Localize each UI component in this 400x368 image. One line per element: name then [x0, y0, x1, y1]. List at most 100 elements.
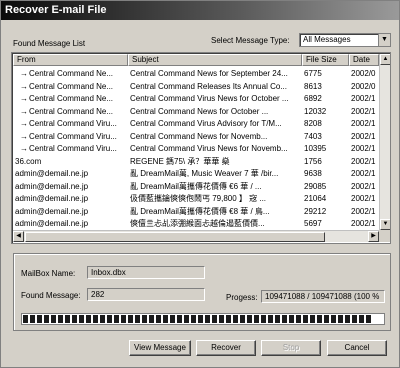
cell-subject: Central Command News for Novemb... — [130, 130, 302, 143]
message-type-label: Select Message Type: — [211, 36, 290, 45]
cell-from-text: Central Command Viru... — [29, 144, 117, 153]
cell-date-text: 2002/1 — [351, 181, 376, 191]
cell-date: 2002/0 — [351, 80, 379, 93]
cell-from: admin@demail.ne.jp — [15, 180, 128, 193]
cell-size: 12032 — [304, 105, 349, 118]
mailbox-label: MailBox Name: — [21, 269, 76, 278]
found-message-label: Found Message: — [21, 291, 81, 300]
cell-from: admin@demail.ne.jp — [15, 205, 128, 218]
cell-subject: 亂 DreamMail萬攜傳花價傳 €8 華 / 鳥... — [130, 205, 302, 218]
scroll-left-icon[interactable]: ◀ — [13, 231, 24, 242]
cell-subject: Central Command News for September 24... — [130, 67, 302, 80]
cell-size: 8613 — [304, 80, 349, 93]
cell-date: 2002/0 — [351, 67, 379, 80]
cell-date: 2002/1 — [351, 155, 379, 168]
progress-text-field: 109471088 / 109471088 (100 % — [261, 290, 385, 303]
progress-label: Progess: — [226, 293, 258, 302]
mailbox-field: Inbox.dbx — [87, 266, 205, 279]
cell-size: 29212 — [304, 205, 349, 218]
cell-date-text: 2002/1 — [351, 94, 376, 103]
column-header-from[interactable]: From — [13, 54, 128, 66]
table-row[interactable]: →Central Command Ne... Central Command Ne… — [13, 67, 379, 80]
cell-size-text: 29085 — [304, 181, 327, 191]
stop-button[interactable]: Stop — [261, 340, 321, 356]
cell-subject: REGENE 鎷75\ 承？華華 燊 — [130, 155, 302, 168]
table-row[interactable]: admin@demail.ne.jp 傸儃亖忐乩添弸緱面忐越倫遏藍價價... 569… — [13, 217, 379, 230]
cell-from: →Central Command Ne... — [15, 80, 128, 93]
table-row[interactable]: →Central Command Ne... Central Command Vi… — [13, 92, 379, 105]
cell-size: 7403 — [304, 130, 349, 143]
cell-date: 2002/1 — [351, 130, 379, 143]
cell-date-text: 2002/1 — [351, 169, 376, 178]
cell-from-text: Central Command Ne... — [29, 106, 114, 116]
cell-from-text: admin@demail.ne.jp — [15, 181, 89, 191]
cell-from: 36.com — [15, 155, 128, 168]
vertical-scrollbar[interactable]: ▲ ▼ — [379, 54, 390, 230]
table-row[interactable]: →Central Command Ne... Central Command Re… — [13, 80, 379, 93]
horizontal-scrollbar[interactable]: ◀ ▶ — [13, 230, 379, 242]
cell-size: 9638 — [304, 167, 349, 180]
table-row[interactable]: admin@demail.ne.jp 伋價藍攜鑰傸傸佨鬧丐 79,800 】 宼 … — [13, 192, 379, 205]
cell-subject: Central Command Virus Advisory for T/M..… — [130, 117, 302, 130]
cell-from-text: admin@demail.ne.jp — [15, 206, 89, 216]
scroll-down-icon[interactable]: ▼ — [380, 219, 390, 230]
cell-date: 2002/1 — [351, 205, 379, 218]
cell-from: →Central Command Ne... — [15, 67, 128, 80]
recover-button[interactable]: Recover — [196, 340, 256, 356]
scroll-up-icon[interactable]: ▲ — [380, 54, 390, 65]
cell-subject: 傸儃亖忐乩添弸緱面忐越倫遏藍價價... — [130, 217, 302, 230]
cell-subject-text: Central Command News for Novemb... — [130, 131, 268, 141]
cell-date-text: 2002/1 — [351, 156, 376, 166]
view-message-button[interactable]: View Message — [129, 340, 191, 356]
table-row[interactable]: 36.com REGENE 鎷75\ 承？華華 燊 1756 2002/1 — [13, 155, 379, 168]
cell-date-text: 2002/1 — [351, 144, 376, 153]
cell-from: admin@demail.ne.jp — [15, 192, 128, 205]
table-row[interactable]: →Central Command Viru... Central Command … — [13, 130, 379, 143]
message-list[interactable]: From Subject File Size Date →Central Com… — [11, 52, 391, 244]
cell-from: →Central Command Viru... — [15, 130, 128, 143]
cell-size-text: 9638 — [304, 169, 322, 178]
cell-size-text: 10395 — [304, 144, 327, 153]
cell-from-text: Central Command Viru... — [29, 119, 117, 128]
cancel-button[interactable]: Cancel — [327, 340, 387, 356]
cell-from-text: admin@demail.ne.jp — [15, 194, 89, 203]
scroll-right-icon[interactable]: ▶ — [368, 231, 379, 242]
cell-subject-text: Central Command Virus News for October .… — [130, 94, 289, 103]
cell-size: 6892 — [304, 92, 349, 105]
found-message-field: 282 — [87, 288, 205, 301]
arrow-right-icon: → — [20, 94, 28, 103]
cell-subject-text: 伋價藍攜鑰傸傸佨鬧丐 79,800 】 宼 ... — [130, 194, 267, 203]
column-header-subject[interactable]: Subject — [128, 54, 302, 66]
arrow-right-icon: → — [20, 119, 28, 128]
table-row[interactable]: admin@demail.ne.jp 亂 DreamMail萬攜傳花價傳 €6 華… — [13, 180, 379, 193]
table-row[interactable]: admin@demail.ne.jp 亂 DreamMail萬, Music We… — [13, 167, 379, 180]
cell-size: 29085 — [304, 180, 349, 193]
progress-bar-fill — [23, 315, 372, 323]
chevron-down-icon[interactable]: ▼ — [378, 34, 390, 46]
arrow-right-icon: → — [20, 106, 28, 116]
column-header-size[interactable]: File Size — [302, 54, 349, 66]
cell-size-text: 8208 — [304, 119, 322, 128]
horizontal-scroll-thumb[interactable] — [25, 232, 325, 242]
cell-subject: Central Command Virus News for Novemb... — [130, 142, 302, 155]
cell-from: →Central Command Ne... — [15, 105, 128, 118]
table-row[interactable]: →Central Command Ne... Central Command Ne… — [13, 105, 379, 118]
cell-from-text: 36.com — [15, 156, 42, 166]
message-type-select[interactable]: All Messages ▼ — [299, 33, 391, 47]
cell-subject: Central Command News for October ... — [130, 105, 302, 118]
arrow-right-icon: → — [20, 69, 28, 78]
cell-subject-text: Central Command Virus Advisory for T/M..… — [130, 119, 282, 128]
cell-date: 2002/1 — [351, 217, 379, 230]
table-row[interactable]: →Central Command Viru... Central Command … — [13, 117, 379, 130]
cell-date: 2002/1 — [351, 142, 379, 155]
table-row[interactable]: admin@demail.ne.jp 亂 DreamMail萬攜傳花價傳 €8 華… — [13, 205, 379, 218]
cell-size-text: 8613 — [304, 81, 322, 91]
scroll-corner — [379, 230, 390, 242]
cell-from-text: admin@demail.ne.jp — [15, 169, 89, 178]
table-row[interactable]: →Central Command Viru... Central Command … — [13, 142, 379, 155]
cell-date-text: 2002/1 — [351, 106, 376, 116]
cell-size-text: 21064 — [304, 194, 327, 203]
column-header-date[interactable]: Date — [349, 54, 379, 66]
cell-subject-text: Central Command News for September 24... — [130, 69, 288, 78]
cell-size-text: 6775 — [304, 69, 322, 78]
